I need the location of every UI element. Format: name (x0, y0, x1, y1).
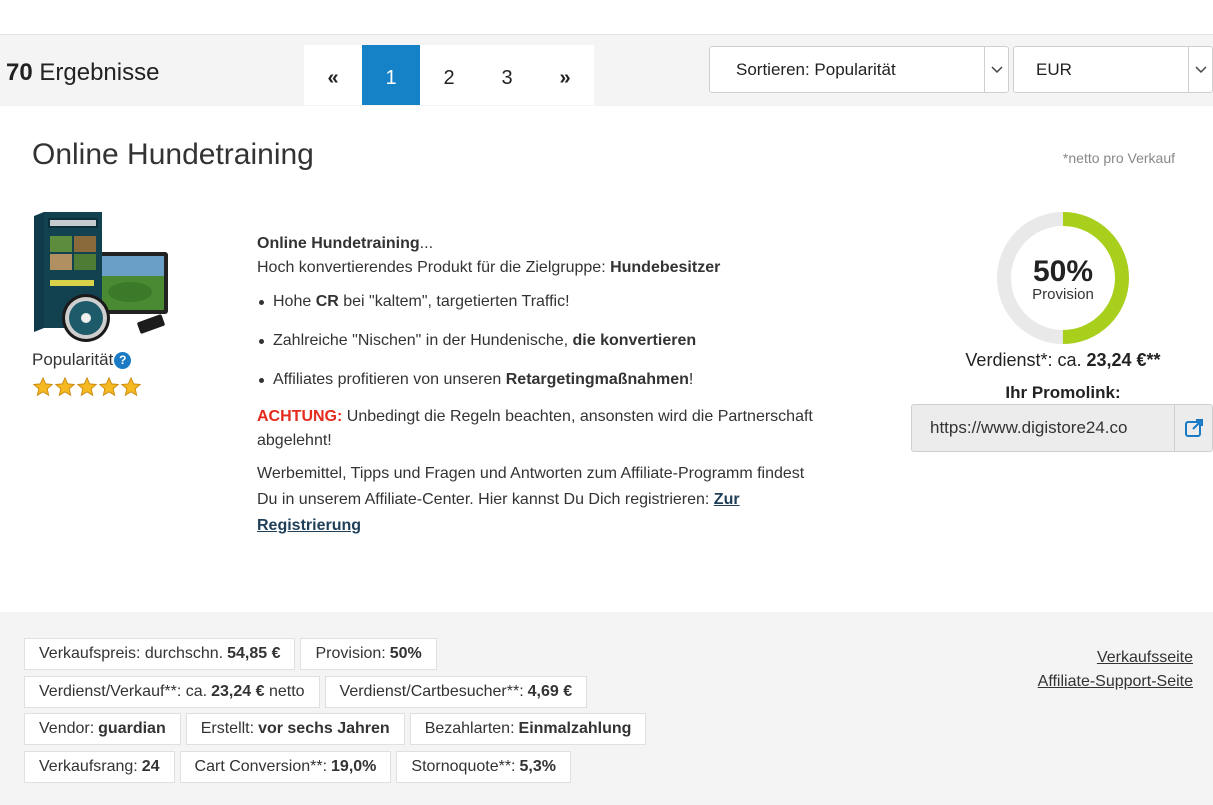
stat-value: 19,0% (331, 758, 377, 775)
sort-select[interactable]: Sortieren: Popularität (709, 46, 1009, 93)
stat-value: 54,85 € (227, 645, 281, 662)
stats-row: Verkaufsrang: 24 Cart Conversion**: 19,0% St… (24, 751, 571, 783)
affiliate-support-link[interactable]: Affiliate-Support-Seite (1038, 670, 1193, 694)
pagination-next[interactable]: » (536, 45, 594, 105)
promolink-input[interactable] (912, 405, 1174, 451)
feature-item: Zahlreiche "Nischen" in der Hundenische,… (257, 331, 817, 351)
feature-item: Hohe CR bei "kaltem", targetierten Traff… (257, 292, 817, 312)
question-circle-icon[interactable]: ? (114, 351, 132, 369)
popularity-label: Popularität ? (32, 350, 132, 370)
pagination-page-1[interactable]: 1 (362, 45, 420, 105)
results-count-label: Ergebnisse (39, 59, 160, 86)
stat-label: Provision: (315, 645, 386, 662)
description-title-suffix: ... (419, 235, 434, 252)
feature-item-pre: Zahlreiche "Nischen" in der Hundenische, (273, 332, 573, 349)
stat-value: 24 (141, 758, 160, 775)
feature-item: Affiliates profitieren von unseren Retar… (257, 370, 817, 390)
results-toolbar: 70 Ergebnisse «1 2 3» Sortieren: Popularit… (0, 34, 1213, 106)
results-count: 70 Ergebnisse (6, 59, 159, 87)
product-links: Verkaufsseite Affiliate-Support-Seite (1038, 646, 1193, 694)
earning-estimate: Verdienst*: ca. 23,24 €** (912, 350, 1213, 371)
description-intro: Hoch konvertierendes Produkt für die Zie… (257, 256, 817, 280)
promolink-field (911, 404, 1213, 452)
stats-row: Verkaufspreis: durchschn. 54,85 € Provisio… (24, 638, 437, 670)
stat-value: guardian (98, 720, 166, 737)
stat-cell: Cart Conversion**: 19,0% (179, 751, 392, 783)
stat-cell: Verkaufsrang: 24 (24, 751, 175, 783)
stat-label: Verkaufsrang: (39, 758, 138, 775)
description-title: Online Hundetraining (257, 235, 420, 252)
stat-label: Erstellt: (200, 720, 255, 737)
stat-cell: Stornoquote**: 5,3% (396, 751, 571, 783)
stat-cell: Provision: 50% (300, 638, 437, 670)
feature-item-post: bei "kaltem", targetierten Traffic! (338, 293, 570, 310)
product-stats-panel: Verkaufspreis: durchschn. 54,85 € Provisio… (0, 612, 1213, 805)
stat-cell: Erstellt: vor sechs Jahren (185, 713, 405, 745)
stat-value: 5,3% (519, 758, 556, 775)
results-count-number: 70 (6, 59, 33, 86)
feature-item-bold: CR (315, 293, 339, 310)
star-icon (120, 376, 142, 397)
earning-prefix: Verdienst*: ca. (965, 350, 1087, 370)
chevron-down-icon (984, 47, 1008, 92)
product-description: Online Hundetraining... Hoch konvertiere… (257, 232, 817, 547)
stats-row: Vendor: guardian Erstellt: vor sechs Jahren… (24, 713, 647, 745)
star-icon (76, 376, 98, 397)
netto-note: *netto pro Verkauf (1062, 150, 1175, 166)
product-image[interactable] (30, 210, 170, 345)
description-target-group: Hundebesitzer (610, 259, 721, 276)
stat-cell: Bezahlarten: Einmalzahlung (409, 713, 647, 745)
stat-label: Vendor: (39, 720, 95, 737)
affiliate-info: Werbemittel, Tipps und Fragen und Antwor… (257, 461, 817, 539)
star-icon (32, 376, 54, 397)
feature-item-bold: die konvertieren (572, 332, 697, 349)
chevron-down-icon (1188, 47, 1212, 92)
pagination-prev[interactable]: « (304, 45, 362, 105)
currency-select-value: EUR (1036, 60, 1072, 79)
stat-label: Stornoquote**: (411, 758, 516, 775)
stat-suffix: netto (264, 683, 305, 700)
stat-value: 23,24 € (211, 683, 265, 700)
stat-cell: Verkaufspreis: durchschn. 54,85 € (24, 638, 296, 670)
warning-text: ACHTUNG: Unbedingt die Regeln beachten, … (257, 405, 817, 453)
stats-row: Verdienst/Verkauf**: ca. 23,24 € netto Ver… (24, 676, 588, 708)
popularity-text: Popularität (32, 350, 114, 369)
warning-label: ACHTUNG: (257, 408, 343, 425)
external-link-icon[interactable] (1174, 405, 1212, 451)
sales-page-link[interactable]: Verkaufsseite (1038, 646, 1193, 670)
commission-label: Provision (1032, 286, 1094, 303)
promolink-label: Ihr Promolink: (1005, 383, 1121, 402)
stat-cell: Verdienst/Verkauf**: ca. 23,24 € netto (24, 676, 320, 708)
stat-label: Verkaufspreis: durchschn. (39, 645, 224, 662)
product-title: Online Hundetraining (32, 138, 314, 171)
stat-value: Einmalzahlung (518, 720, 632, 737)
stat-value: vor sechs Jahren (258, 720, 390, 737)
stat-label: Verdienst/Cartbesucher**: (339, 683, 524, 700)
feature-list: Hohe CR bei "kaltem", targetierten Traff… (257, 292, 817, 390)
stat-value: 4,69 € (527, 683, 573, 700)
pagination: «1 2 3» (304, 45, 594, 105)
stat-cell: Vendor: guardian (24, 713, 181, 745)
pagination-page-3[interactable]: 3 (478, 45, 536, 105)
popularity-rating (32, 376, 142, 398)
stat-cell: Verdienst/Cartbesucher**: 4,69 € (324, 676, 588, 708)
star-icon (98, 376, 120, 397)
sort-select-value: Sortieren: Popularität (736, 60, 896, 79)
currency-select[interactable]: EUR (1013, 46, 1213, 93)
stat-label: Verdienst/Verkauf**: ca. (39, 683, 208, 700)
commission-percent: 50% (1032, 255, 1094, 288)
earning-value: 23,24 €** (1086, 350, 1161, 370)
stat-label: Cart Conversion**: (194, 758, 328, 775)
pagination-page-2[interactable]: 2 (420, 45, 478, 105)
description-intro-text: Hoch konvertierendes Produkt für die Zie… (257, 259, 611, 276)
star-icon (54, 376, 76, 397)
feature-item-pre: Hohe (273, 293, 316, 310)
feature-item-pre: Affiliates profitieren von unseren (273, 371, 506, 388)
feature-item-post: ! (688, 371, 694, 388)
stat-label: Bezahlarten: (424, 720, 515, 737)
feature-item-bold: Retargetingmaßnahmen (505, 371, 689, 388)
description-title-line: Online Hundetraining... (257, 232, 817, 256)
stat-value: 50% (389, 645, 422, 662)
